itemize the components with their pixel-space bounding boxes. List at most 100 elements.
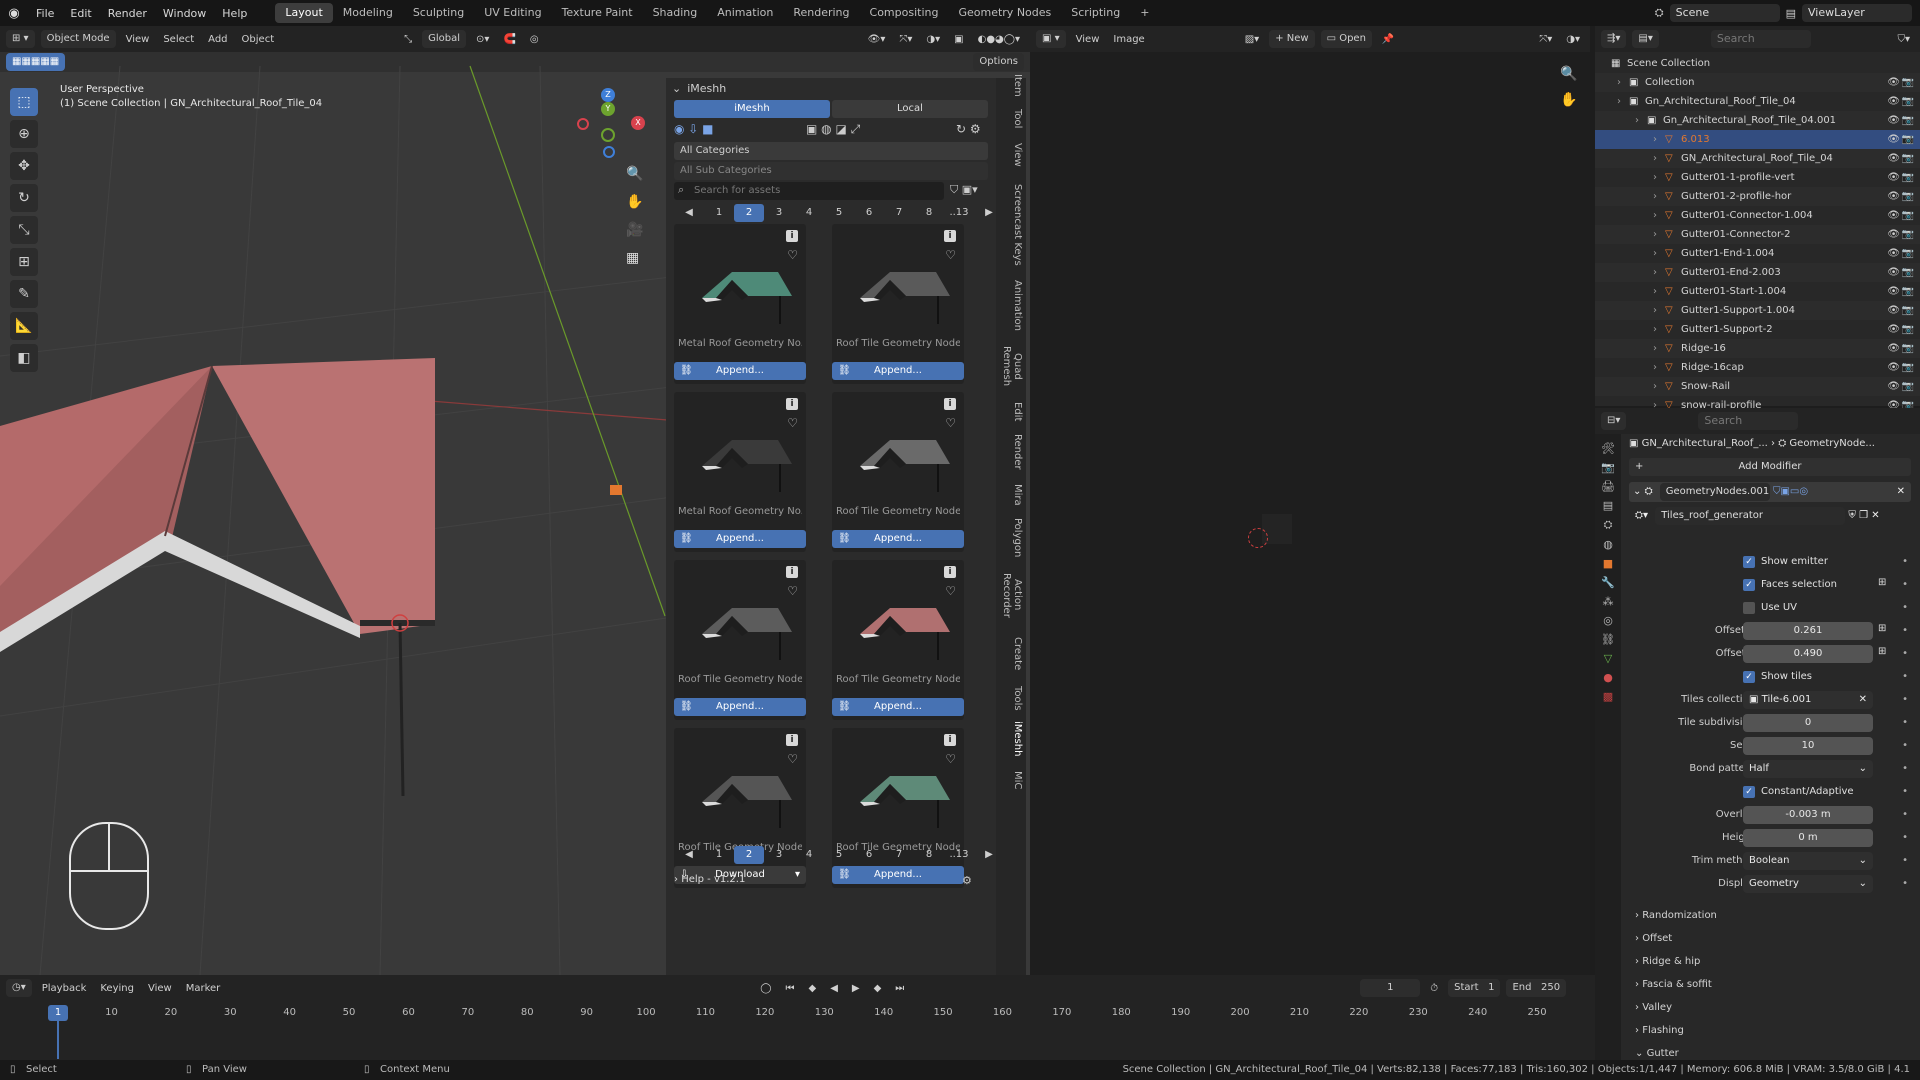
visibility-eye-icon[interactable]: 👁 [1887, 225, 1900, 244]
visibility-eye-icon[interactable]: 👁 [1887, 168, 1900, 187]
info-icon[interactable]: i [944, 230, 956, 242]
expand-arrow-icon[interactable]: › [1653, 187, 1657, 206]
cursor-tool-icon[interactable]: ⊕ [10, 120, 38, 148]
node-group-selector[interactable]: ⛭▾ Tiles_roof_generator ⛨ ❐ ✕ [1629, 506, 1911, 526]
keyframe-dot-icon[interactable]: • [1902, 598, 1908, 618]
sidebar-tab-imeshh[interactable]: iMeshh [1003, 718, 1023, 760]
help-section[interactable]: › Help - v1.2.1 [674, 874, 745, 885]
sidebar-tab-item[interactable]: Item [1003, 70, 1023, 100]
expand-arrow-icon[interactable]: › [1653, 377, 1657, 396]
modifier-name-field[interactable]: GeometryNodes.001 [1659, 483, 1770, 501]
zoom-icon[interactable]: 🔍 [626, 166, 643, 182]
visibility-eye-icon[interactable]: 👁 [1887, 358, 1900, 377]
keyframe-dot-icon[interactable]: • [1902, 575, 1908, 595]
visibility-eye-icon[interactable]: 👁 [1887, 320, 1900, 339]
filter-icon[interactable]: ⛉▾ [1893, 34, 1914, 45]
modifier-header[interactable]: ⌄ ⛭ GeometryNodes.001 ⛉▣▭◎ ✕ [1629, 482, 1911, 502]
page-2[interactable]: 2 [734, 846, 764, 864]
keyframe-dot-icon[interactable]: • [1902, 713, 1908, 733]
asset-card[interactable]: i ♡ Roof Tile Geometry Node... ⛓ Append... [832, 224, 964, 384]
outliner-object-row[interactable]: › ▽ Gutter1-End-1.004 👁 📷 [1595, 244, 1920, 263]
render-camera-icon[interactable]: 📷 [1902, 301, 1914, 320]
tile-subdivision-field[interactable]: 0 [1743, 714, 1873, 732]
outliner-object-row[interactable]: › ▣ Gn_Architectural_Roof_Tile_04.001 👁 📷 [1595, 111, 1920, 130]
menu-render[interactable]: Render [100, 7, 155, 20]
page-prev-button[interactable]: ◀ [674, 204, 704, 222]
view-layer-selector[interactable]: ViewLayer [1802, 4, 1912, 22]
next-key-icon[interactable]: ◆ [870, 983, 886, 994]
outliner-object-row[interactable]: › ▽ 6.013 👁 📷 [1595, 130, 1920, 149]
keyframe-dot-icon[interactable]: • [1902, 690, 1908, 710]
unlink-icon[interactable]: ✕ [1871, 510, 1879, 521]
render-camera-icon[interactable]: 📷 [1902, 92, 1914, 111]
gizmo-neg-y[interactable] [601, 128, 615, 142]
outliner-object-row[interactable]: › ▽ Gutter01-Connector-2 👁 📷 [1595, 225, 1920, 244]
image-editor[interactable]: ▣ ▾ View Image ▨▾ + New ▭ Open 📌 ⤧▾ ◑▾ 🔍… [1030, 26, 1590, 975]
gizmo-neg-z[interactable] [603, 146, 615, 158]
node-group-name[interactable]: Tiles_roof_generator [1655, 507, 1846, 525]
tiles-collection-selector[interactable]: ▣ Tile-6.001 ✕ [1743, 691, 1873, 709]
workspace-tab-layout[interactable]: Layout [275, 3, 333, 23]
page-3[interactable]: 3 [764, 846, 794, 864]
faces-selection-checkbox[interactable]: ✓ [1743, 579, 1755, 591]
page-8[interactable]: 8 [914, 204, 944, 222]
offset-y-field[interactable]: 0.490 [1743, 645, 1873, 663]
render-camera-icon[interactable]: 📷 [1902, 73, 1914, 92]
annotate-tool-icon[interactable]: ✎ [10, 280, 38, 308]
info-icon[interactable]: i [786, 566, 798, 578]
constant-adaptive-checkbox[interactable]: ✓ [1743, 786, 1755, 798]
expand-arrow-icon[interactable]: › [1653, 282, 1657, 301]
page-4[interactable]: 4 [794, 846, 824, 864]
settings-gear-icon[interactable]: ⚙ [962, 874, 972, 887]
overlap-field[interactable]: -0.003 m [1743, 806, 1873, 824]
page-1[interactable]: 1 [704, 846, 734, 864]
image-menu-view[interactable]: View [1072, 34, 1104, 45]
jump-end-icon[interactable]: ⏭ [891, 983, 908, 994]
render-camera-icon[interactable]: 📷 [1902, 187, 1914, 206]
page-2[interactable]: 2 [734, 204, 764, 222]
render-camera-icon[interactable]: 📷 [1902, 149, 1914, 168]
render-camera-icon[interactable]: 📷 [1902, 358, 1914, 377]
outliner-object-row[interactable]: › ▽ Gutter1-Support-2 👁 📷 [1595, 320, 1920, 339]
outliner-object-row[interactable]: › ▽ Gutter01-End-2.003 👁 📷 [1595, 263, 1920, 282]
sidebar-tab-tools[interactable]: Tools [1003, 684, 1023, 712]
visibility-eye-icon[interactable]: 👁 [1887, 130, 1900, 149]
info-icon[interactable]: i [786, 734, 798, 746]
scene-tab-icon[interactable]: ⛭ [1604, 518, 1613, 532]
blender-logo-icon[interactable]: ◉ [0, 6, 28, 21]
overlay-toggle-icon[interactable]: ◑▾ [1562, 34, 1584, 45]
outliner-object-row[interactable]: › ▽ Ridge-16cap 👁 📷 [1595, 358, 1920, 377]
timeline-menu-marker[interactable]: Marker [182, 983, 225, 994]
append-button[interactable]: ⛓ Append... [832, 362, 964, 380]
page-6[interactable]: 6 [854, 846, 884, 864]
play-icon[interactable]: ▶ [848, 983, 864, 994]
filter-icon[interactable]: ⛉ ▣▾ [950, 183, 978, 197]
workspace-tab-texture-paint[interactable]: Texture Paint [552, 3, 643, 23]
show-tiles-checkbox[interactable]: ✓ [1743, 671, 1755, 683]
expand-arrow-icon[interactable]: › [1653, 149, 1657, 168]
duplicate-icon[interactable]: ❐ [1859, 510, 1868, 521]
page-13[interactable]: ..13 [944, 846, 974, 864]
current-frame-field[interactable]: 1 [1360, 979, 1421, 997]
zoom-icon[interactable]: 🔍 [1560, 66, 1577, 82]
visibility-eye-icon[interactable]: 👁 [1887, 149, 1900, 168]
sidebar-tab-view[interactable]: View [1003, 137, 1023, 173]
outliner-collection-row[interactable]: › ▣ Collection 👁 📷 [1595, 73, 1920, 92]
render-camera-icon[interactable]: 📷 [1902, 130, 1914, 149]
visibility-eye-icon[interactable]: 👁 [1887, 263, 1900, 282]
render-camera-icon[interactable]: 📷 [1902, 263, 1914, 282]
gizmo-toggle-icon[interactable]: ⤧▾ [1535, 34, 1556, 45]
panel-offset[interactable]: › Offset [1635, 933, 1672, 944]
workspace-tab-compositing[interactable]: Compositing [860, 3, 949, 23]
3d-viewport[interactable]: ⊞ ▾ Object Mode View Select Add Object ⤡… [0, 26, 1030, 975]
navigation-gizmo[interactable]: Z X Y [575, 88, 645, 168]
render-camera-icon[interactable]: 📷 [1902, 377, 1914, 396]
panel-flashing[interactable]: › Flashing [1635, 1025, 1684, 1036]
gizmo-x-axis[interactable]: X [631, 116, 645, 130]
expand-arrow-icon[interactable]: › [1653, 358, 1657, 377]
editor-type-icon[interactable]: ⊟▾ [1601, 412, 1627, 430]
panel-valley[interactable]: › Valley [1635, 1002, 1672, 1013]
play-reverse-icon[interactable]: ◀ [826, 983, 842, 994]
end-frame-field[interactable]: End 250 [1506, 979, 1567, 997]
attribute-toggle-icon[interactable]: ⊞ [1878, 646, 1886, 657]
